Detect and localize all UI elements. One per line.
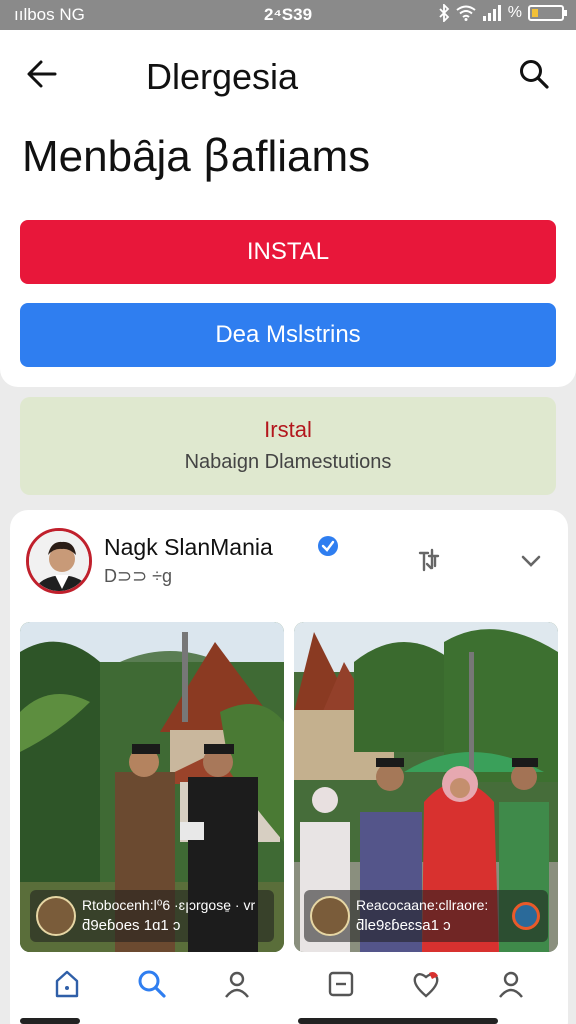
- pin-icon: [418, 548, 440, 572]
- search-button[interactable]: [512, 52, 556, 96]
- caption-avatar: [310, 896, 350, 936]
- percent-icon: %: [507, 4, 522, 21]
- app-title: Dlergesia: [146, 56, 299, 97]
- status-icons: %: [438, 4, 567, 22]
- battery-level: [532, 9, 538, 17]
- caption-badge: [512, 902, 540, 930]
- more-button[interactable]: [516, 546, 546, 576]
- details-button[interactable]: Dea Mslstrins: [20, 303, 556, 367]
- truncated-text: [298, 1018, 498, 1024]
- banner-subtitle: Nabaign Dlamestutions: [184, 451, 392, 473]
- bluetooth-icon: [439, 4, 450, 22]
- caption-line: ƌ9eɓoes 1ɑ1 ɔ: [82, 917, 181, 934]
- wifi-icon: [456, 5, 476, 21]
- verified-badge-icon: [318, 536, 338, 556]
- photo-actions-left: [24, 962, 280, 1006]
- post-meta: D⊃⊃ ÷g: [104, 566, 173, 586]
- banner-title: Irstal: [264, 417, 312, 442]
- home-button[interactable]: [47, 964, 87, 1004]
- author-name[interactable]: Nagk SlanMania: [104, 534, 273, 561]
- profile-icon: [499, 971, 524, 998]
- profile-button[interactable]: [491, 964, 531, 1004]
- arrow-left-icon: [27, 60, 57, 88]
- photo-actions-right: [298, 962, 554, 1006]
- minus-button[interactable]: [321, 964, 361, 1004]
- post-photo[interactable]: Rtobocenh:l⁰6 ·ɛꞁɔrgose̱ · vr ƌ9eɓoes 1ɑ…: [20, 622, 284, 952]
- post-photo[interactable]: Reacocaane:cllraore: ƌle9ɛɓeɛsa1 ɔ: [294, 622, 558, 952]
- search-icon: [520, 60, 549, 89]
- battery-icon: [528, 5, 567, 21]
- photo-caption: Rtobocenh:l⁰6 ·ɛꞁɔrgose̱ · vr ƌ9eɓoes 1ɑ…: [30, 890, 274, 942]
- caption-line: ƌle9ɛɓeɛsa1 ɔ: [356, 917, 451, 934]
- search-icon: [138, 970, 166, 998]
- back-button[interactable]: [20, 52, 64, 96]
- post-card: Nagk SlanMania D⊃⊃ ÷g Rtobocenh:l⁰6 ·ɛꞁɔ…: [10, 510, 568, 1024]
- app-header-card: Dlergesia Menbȃja ꞵafliams INSTAL Dea Ms…: [0, 30, 576, 387]
- caption-line: Rtobocenh:l⁰6 ·ɛꞁɔrgose̱ · vr: [82, 897, 256, 913]
- minus-icon: [328, 971, 353, 997]
- heart-icon: [413, 972, 439, 998]
- chevron-down-icon: [521, 555, 541, 567]
- pin-button[interactable]: [412, 544, 446, 578]
- signal-icon: [482, 5, 501, 21]
- like-button[interactable]: [406, 964, 446, 1004]
- profile-button[interactable]: [217, 964, 257, 1004]
- author-avatar[interactable]: [26, 528, 92, 594]
- status-bar: ıılbos NG 2⁴S39 %: [0, 0, 576, 30]
- install-button[interactable]: INSTAL: [20, 220, 556, 284]
- page-heading: Menbȃja ꞵafliams: [22, 132, 371, 181]
- caption-line: Reacocaane:cllraore:: [356, 897, 489, 913]
- install-banner[interactable]: Irstal Nabaign Dlamestutions: [20, 397, 556, 495]
- person-portrait-icon: [29, 531, 89, 591]
- search-tab-button[interactable]: [132, 964, 172, 1004]
- home-icon: [55, 970, 78, 998]
- caption-avatar: [36, 896, 76, 936]
- photo-caption: Reacocaane:cllraore: ƌle9ɛɓeɛsa1 ɔ: [304, 890, 548, 942]
- truncated-text: [20, 1018, 80, 1024]
- profile-icon: [225, 971, 250, 998]
